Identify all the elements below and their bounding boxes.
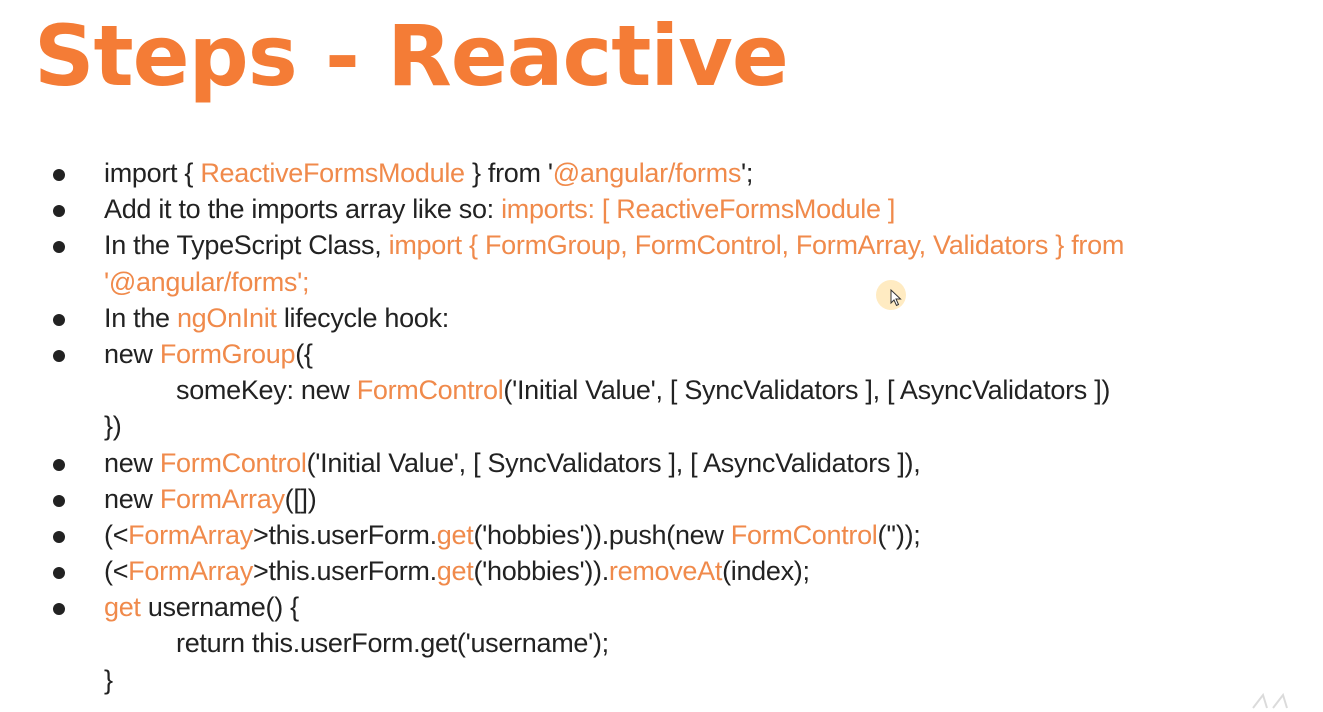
code-highlight: FormControl <box>730 519 878 550</box>
bullet-text: return this.userForm.get('username'); <box>176 625 609 661</box>
code-text: ('')); <box>877 519 921 550</box>
bullet-text: import { ReactiveFormsModule } from '@an… <box>104 155 753 191</box>
code-text: } from ' <box>464 158 553 188</box>
bullet-line: In the TypeScript Class, import { FormGr… <box>0 227 1323 263</box>
code-text: new <box>104 338 160 369</box>
code-text: In the <box>104 302 177 333</box>
bullet-text: someKey: new FormControl('Initial Value'… <box>176 372 1110 408</box>
bullet-text: In the TypeScript Class, import { FormGr… <box>104 227 1124 263</box>
bullet-dot-icon <box>53 169 65 181</box>
bullet-line: In the ngOnInit lifecycle hook: <box>0 300 1323 336</box>
code-text: username() { <box>140 592 299 623</box>
code-text: new <box>104 447 160 478</box>
bullet-list: import { ReactiveFormsModule } from '@an… <box>0 155 1323 698</box>
code-highlight: removeAt <box>608 556 723 587</box>
bullet-line: } <box>0 662 1323 698</box>
bullet-line: (<FormArray>this.userForm.get('hobbies')… <box>0 517 1323 553</box>
bullet-line: Add it to the imports array like so: imp… <box>0 191 1323 227</box>
bullet-text: In the ngOnInit lifecycle hook: <box>104 300 449 336</box>
bullet-dot-icon <box>53 567 65 580</box>
bullet-text: new FormArray([]) <box>104 481 317 517</box>
slide: Steps - Reactive import { ReactiveFormsM… <box>0 0 1323 712</box>
code-text: } <box>104 664 113 695</box>
code-text: '; <box>741 158 754 188</box>
bullet-text: } <box>104 662 113 698</box>
code-highlight: FormArray <box>159 483 285 514</box>
code-highlight: imports: [ ReactiveFormsModule ] <box>501 194 896 225</box>
code-text: Add it to the imports array like so: <box>104 194 502 225</box>
code-highlight: FormArray <box>128 556 253 587</box>
code-text: lifecycle hook: <box>276 302 449 333</box>
code-text: ([]) <box>284 483 317 514</box>
code-text: }) <box>104 411 122 442</box>
code-highlight: get <box>436 519 474 550</box>
cursor-arrow-icon <box>890 289 902 307</box>
watermark-logo-icon <box>1252 692 1288 709</box>
code-highlight: FormControl <box>159 447 307 478</box>
bullet-line: import { ReactiveFormsModule } from '@an… <box>0 155 1323 191</box>
bullet-text: new FormControl('Initial Value', [ SyncV… <box>104 445 921 481</box>
code-highlight: '@angular/forms'; <box>104 266 310 297</box>
bullet-dot-icon <box>53 349 65 362</box>
bullet-text: (<FormArray>this.userForm.get('hobbies')… <box>104 553 810 589</box>
code-highlight: FormArray <box>128 519 253 550</box>
code-text: In the TypeScript Class, <box>104 230 389 261</box>
bullet-line: new FormControl('Initial Value', [ SyncV… <box>0 445 1323 481</box>
code-highlight: ngOnInit <box>176 302 277 333</box>
code-text: >this.userForm. <box>252 556 437 587</box>
code-highlight: @angular/forms <box>552 158 742 188</box>
code-text: ({ <box>295 338 313 369</box>
code-text: ('hobbies')).push(new <box>473 519 731 550</box>
bullet-dot-icon <box>53 313 65 326</box>
bullet-text: new FormGroup({ <box>104 336 313 372</box>
code-highlight: get <box>104 592 141 623</box>
bullet-text: Add it to the imports array like so: imp… <box>104 191 895 227</box>
bullet-dot-icon <box>53 241 65 254</box>
slide-title: Steps - Reactive <box>34 7 789 105</box>
code-text: >this.userForm. <box>252 519 437 550</box>
bullet-line: new FormGroup({ <box>0 336 1323 372</box>
code-text: (index); <box>722 556 810 587</box>
code-text: ('Initial Value', [ SyncValidators ], [ … <box>306 447 921 478</box>
code-text: (< <box>104 519 129 550</box>
code-text: someKey: new <box>176 375 357 406</box>
bullet-line: }) <box>0 408 1323 444</box>
code-text: return this.userForm.get('username'); <box>176 628 609 659</box>
code-highlight: FormControl <box>356 375 504 406</box>
code-text: ('Initial Value', [ SyncValidators ], [ … <box>503 375 1111 406</box>
code-highlight: ReactiveFormsModule <box>200 158 465 188</box>
code-highlight: import { FormGroup, FormControl, FormArr… <box>388 230 1125 261</box>
bullet-dot-icon <box>53 603 65 616</box>
code-text: import { <box>104 158 201 188</box>
bullet-dot-icon <box>53 494 65 507</box>
bullet-text: }) <box>104 408 122 444</box>
bullet-line: (<FormArray>this.userForm.get('hobbies')… <box>0 553 1323 589</box>
code-text: (< <box>104 556 129 587</box>
bullet-text: (<FormArray>this.userForm.get('hobbies')… <box>104 517 921 553</box>
bullet-line: new FormArray([]) <box>0 481 1323 517</box>
code-highlight: FormGroup <box>159 338 296 369</box>
code-highlight: get <box>436 556 474 587</box>
bullet-line: someKey: new FormControl('Initial Value'… <box>0 372 1323 408</box>
bullet-line: '@angular/forms'; <box>0 264 1323 300</box>
bullet-line: get username() { <box>0 589 1323 625</box>
mouse-cursor-icon <box>876 280 910 310</box>
bullet-text: '@angular/forms'; <box>104 264 310 300</box>
bullet-dot-icon <box>53 205 65 218</box>
bullet-line: return this.userForm.get('username'); <box>0 625 1323 661</box>
code-text: new <box>104 483 160 514</box>
bullet-dot-icon <box>53 530 65 543</box>
code-text: ('hobbies')). <box>473 556 609 587</box>
bullet-dot-icon <box>53 458 65 471</box>
bullet-text: get username() { <box>104 589 299 625</box>
